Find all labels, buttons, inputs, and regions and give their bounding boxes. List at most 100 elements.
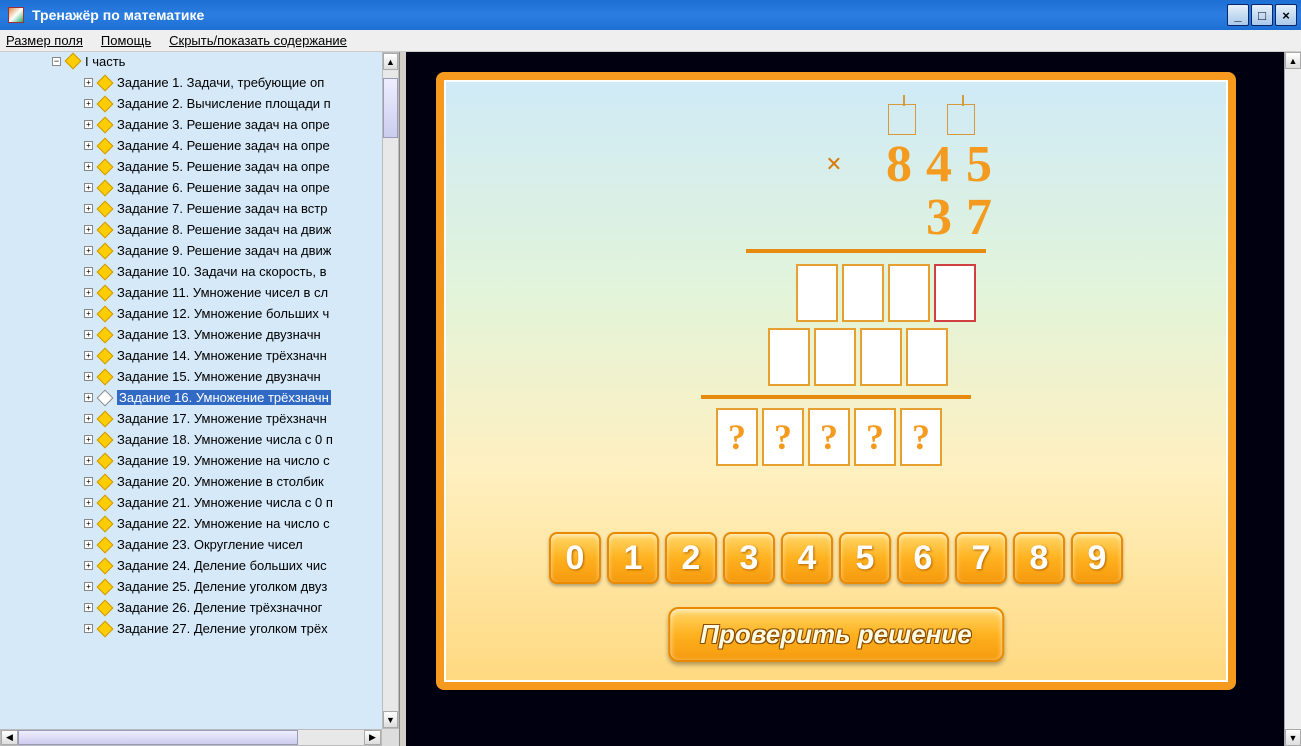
tree-item[interactable]: +Задание 12. Умножение больших ч — [0, 303, 399, 324]
expand-icon[interactable]: + — [84, 477, 93, 486]
close-button[interactable]: × — [1275, 4, 1297, 26]
expand-icon[interactable]: + — [84, 435, 93, 444]
scroll-thumb[interactable] — [383, 78, 398, 138]
tree-item[interactable]: +Задание 9. Решение задач на движ — [0, 240, 399, 261]
tree-item[interactable]: +Задание 7. Решение задач на встр — [0, 198, 399, 219]
expand-icon[interactable]: + — [84, 162, 93, 171]
digit-button-2[interactable]: 2 — [665, 532, 717, 584]
answer-cell[interactable] — [860, 328, 902, 386]
expand-icon[interactable]: + — [84, 141, 93, 150]
tree-item[interactable]: +Задание 5. Решение задач на опре — [0, 156, 399, 177]
tree-item[interactable]: +Задание 15. Умножение двузначн — [0, 366, 399, 387]
tree-item[interactable]: +Задание 17. Умножение трёхзначн — [0, 408, 399, 429]
carry-box[interactable] — [947, 104, 975, 135]
tree-item[interactable]: +Задание 8. Решение задач на движ — [0, 219, 399, 240]
digit-button-9[interactable]: 9 — [1071, 532, 1123, 584]
expand-icon[interactable]: + — [84, 582, 93, 591]
result-cell[interactable]: ? — [762, 408, 804, 466]
expand-icon[interactable]: + — [84, 99, 93, 108]
tree-item[interactable]: +Задание 24. Деление больших чис — [0, 555, 399, 576]
answer-cell-active[interactable] — [934, 264, 976, 322]
digit-button-7[interactable]: 7 — [955, 532, 1007, 584]
expand-icon[interactable]: + — [84, 267, 93, 276]
minimize-button[interactable]: _ — [1227, 4, 1249, 26]
result-cell[interactable]: ? — [808, 408, 850, 466]
carry-box[interactable] — [888, 104, 916, 135]
menu-size[interactable]: Размер поля — [6, 33, 83, 48]
tree-vertical-scrollbar[interactable]: ▲ ▼ — [382, 52, 399, 729]
scroll-up-icon[interactable]: ▲ — [383, 53, 398, 70]
tree-root[interactable]: −I часть — [0, 52, 399, 72]
expand-icon[interactable]: + — [84, 393, 93, 402]
expand-icon[interactable]: + — [84, 183, 93, 192]
check-button[interactable]: Проверить решение — [668, 607, 1004, 662]
answer-cell[interactable] — [796, 264, 838, 322]
scroll-down-icon[interactable]: ▼ — [383, 711, 398, 728]
scroll-up-icon[interactable]: ▲ — [1285, 52, 1301, 69]
answer-cell[interactable] — [888, 264, 930, 322]
scroll-right-icon[interactable]: ▶ — [364, 730, 381, 745]
tree-item[interactable]: +Задание 2. Вычисление площади п — [0, 93, 399, 114]
tree-item[interactable]: +Задание 10. Задачи на скорость, в — [0, 261, 399, 282]
tree-item[interactable]: +Задание 6. Решение задач на опре — [0, 177, 399, 198]
tree-item[interactable]: +Задание 14. Умножение трёхзначн — [0, 345, 399, 366]
tree-horizontal-scrollbar[interactable]: ◀ ▶ — [0, 729, 382, 746]
expand-icon[interactable]: + — [84, 288, 93, 297]
expand-icon[interactable]: + — [84, 78, 93, 87]
tree-item[interactable]: +Задание 13. Умножение двузначн — [0, 324, 399, 345]
tree-item[interactable]: +Задание 1. Задачи, требующие оп — [0, 72, 399, 93]
expand-icon[interactable]: + — [84, 351, 93, 360]
answer-cell[interactable] — [842, 264, 884, 322]
scroll-left-icon[interactable]: ◀ — [1, 730, 18, 745]
expand-icon[interactable]: + — [84, 120, 93, 129]
expand-icon[interactable]: + — [84, 519, 93, 528]
digit-button-6[interactable]: 6 — [897, 532, 949, 584]
tree-item[interactable]: +Задание 16. Умножение трёхзначн — [0, 387, 399, 408]
digit-button-8[interactable]: 8 — [1013, 532, 1065, 584]
tree-item[interactable]: +Задание 11. Умножение чисел в сл — [0, 282, 399, 303]
tree-item[interactable]: +Задание 19. Умножение на число с — [0, 450, 399, 471]
tree-item[interactable]: +Задание 4. Решение задач на опре — [0, 135, 399, 156]
tree-item[interactable]: +Задание 22. Умножение на число с — [0, 513, 399, 534]
hscroll-thumb[interactable] — [18, 730, 298, 745]
tree-item[interactable]: +Задание 18. Умножение числа с 0 п — [0, 429, 399, 450]
result-cell[interactable]: ? — [900, 408, 942, 466]
digit-button-5[interactable]: 5 — [839, 532, 891, 584]
result-cell[interactable]: ? — [854, 408, 896, 466]
collapse-icon[interactable]: − — [52, 57, 61, 66]
answer-cell[interactable] — [814, 328, 856, 386]
tree-item[interactable]: +Задание 3. Решение задач на опре — [0, 114, 399, 135]
tree-item[interactable]: +Задание 20. Умножение в столбик — [0, 471, 399, 492]
expand-icon[interactable]: + — [84, 330, 93, 339]
answer-cell[interactable] — [768, 328, 810, 386]
maximize-button[interactable]: □ — [1251, 4, 1273, 26]
tree-item[interactable]: +Задание 25. Деление уголком двуз — [0, 576, 399, 597]
expand-icon[interactable]: + — [84, 456, 93, 465]
expand-icon[interactable]: + — [84, 603, 93, 612]
expand-icon[interactable]: + — [84, 498, 93, 507]
content-vertical-scrollbar[interactable]: ▲ ▼ — [1284, 52, 1301, 746]
tree-item[interactable]: +Задание 26. Деление трёхзначног — [0, 597, 399, 618]
tree-item[interactable]: +Задание 23. Округление чисел — [0, 534, 399, 555]
expand-icon[interactable]: + — [84, 624, 93, 633]
expand-icon[interactable]: + — [84, 414, 93, 423]
answer-cell[interactable] — [906, 328, 948, 386]
tree-item[interactable]: +Задание 21. Умножение числа с 0 п — [0, 492, 399, 513]
expand-icon[interactable]: + — [84, 540, 93, 549]
expand-icon[interactable]: + — [84, 372, 93, 381]
expand-icon[interactable]: + — [84, 225, 93, 234]
book-icon — [97, 599, 114, 616]
digit-button-1[interactable]: 1 — [607, 532, 659, 584]
digit-button-3[interactable]: 3 — [723, 532, 775, 584]
expand-icon[interactable]: + — [84, 246, 93, 255]
expand-icon[interactable]: + — [84, 561, 93, 570]
menu-help[interactable]: Помощь — [101, 33, 151, 48]
digit-button-4[interactable]: 4 — [781, 532, 833, 584]
menu-toggle[interactable]: Скрыть/показать содержание — [169, 33, 347, 48]
expand-icon[interactable]: + — [84, 309, 93, 318]
result-cell[interactable]: ? — [716, 408, 758, 466]
expand-icon[interactable]: + — [84, 204, 93, 213]
digit-button-0[interactable]: 0 — [549, 532, 601, 584]
tree-item[interactable]: +Задание 27. Деление уголком трёх — [0, 618, 399, 639]
scroll-down-icon[interactable]: ▼ — [1285, 729, 1301, 746]
